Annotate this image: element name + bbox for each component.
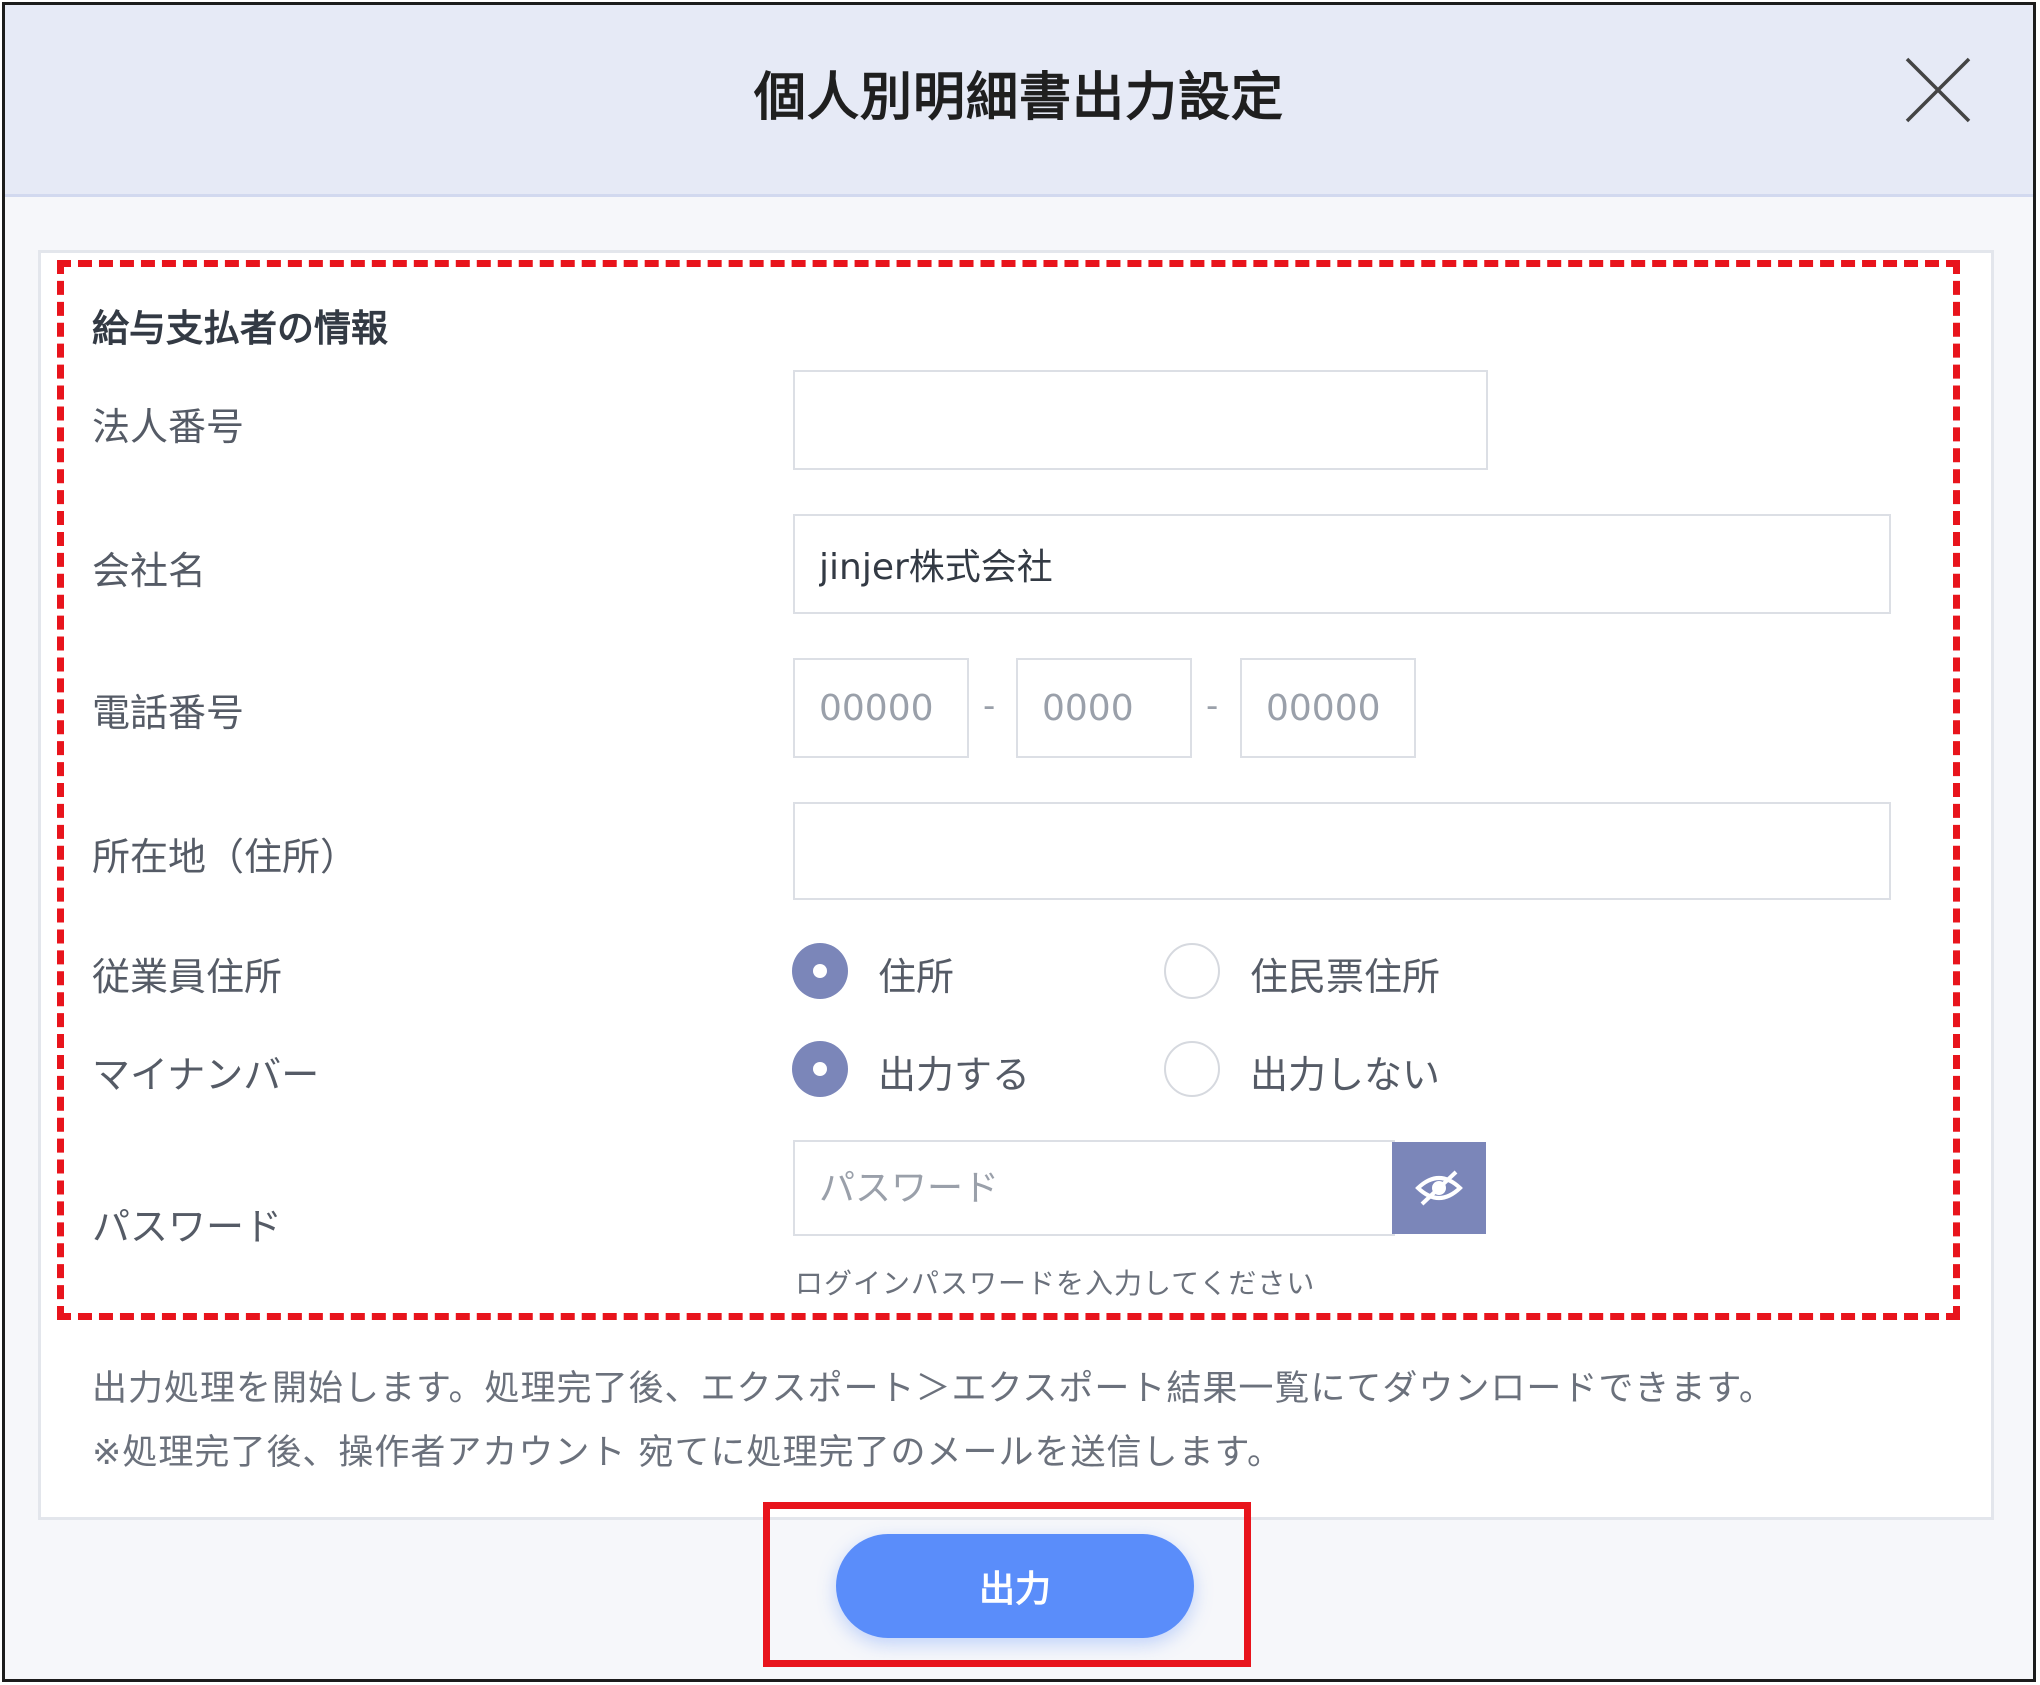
phone-separator-1: - (983, 686, 996, 726)
radio-no-output-label: 出力しない (1250, 1053, 1441, 1097)
radio-output-label: 出力する (878, 1053, 1031, 1097)
dialog-title: 個人別明細書出力設定 (753, 68, 1284, 128)
password-label: パスワード (92, 1205, 283, 1249)
my-number-label: マイナンバー (92, 1053, 320, 1097)
radio-address-label: 住所 (878, 955, 955, 999)
eye-slash-icon (1415, 1170, 1463, 1206)
dialog-header: 個人別明細書出力設定 (5, 5, 2033, 197)
phone-input-1[interactable] (793, 658, 969, 758)
phone-separator-2: - (1206, 686, 1219, 726)
radio-resident-address[interactable] (1164, 943, 1220, 999)
radio-address[interactable] (792, 943, 848, 999)
employee-address-label: 従業員住所 (92, 955, 283, 999)
corporate-number-input[interactable] (793, 370, 1488, 470)
password-input[interactable] (793, 1140, 1395, 1236)
phone-label: 電話番号 (92, 691, 245, 735)
note-line-1: 出力処理を開始します。処理完了後、エクスポート＞エクスポート結果一覧にてダウンロ… (92, 1369, 1775, 1409)
company-name-label: 会社名 (92, 549, 207, 593)
radio-resident-address-label: 住民票住所 (1250, 955, 1441, 999)
phone-input-3[interactable] (1240, 658, 1416, 758)
company-name-input[interactable] (793, 514, 1891, 614)
radio-output[interactable] (792, 1041, 848, 1097)
password-visibility-toggle[interactable] (1392, 1142, 1486, 1234)
note-line-2: ※処理完了後、操作者アカウント 宛てに処理完了のメールを送信します。 (92, 1433, 1283, 1473)
section-title: 給与支払者の情報 (92, 307, 388, 350)
close-button[interactable] (1903, 55, 1973, 125)
password-hint: ログインパスワードを入力してください (795, 1267, 1316, 1300)
corporate-number-label: 法人番号 (92, 405, 245, 449)
radio-no-output[interactable] (1164, 1041, 1220, 1097)
submit-button[interactable]: 出力 (836, 1534, 1194, 1638)
address-label: 所在地（住所） (92, 835, 359, 879)
phone-input-2[interactable] (1016, 658, 1192, 758)
address-input[interactable] (793, 802, 1891, 900)
close-icon (1905, 57, 1971, 123)
